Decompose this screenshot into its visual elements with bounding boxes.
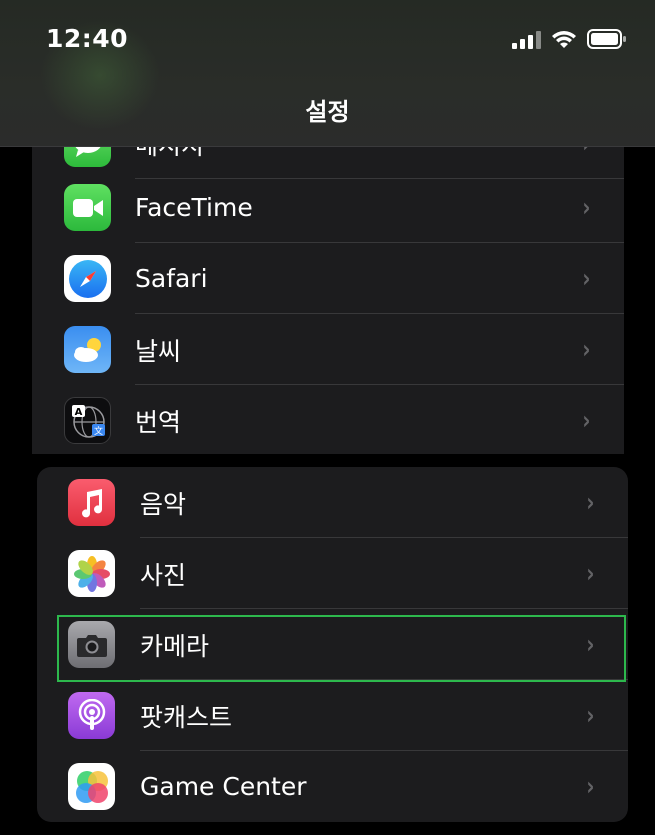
game-center-icon xyxy=(68,763,115,810)
chevron-right-icon: › xyxy=(582,334,591,365)
settings-row-podcasts[interactable]: 팟캐스트 › xyxy=(37,680,628,751)
settings-row-label: 번역 xyxy=(135,407,182,437)
cellular-signal-icon xyxy=(512,29,541,49)
settings-row-label: 날씨 xyxy=(135,336,182,366)
facetime-icon xyxy=(64,184,111,231)
status-icons xyxy=(512,26,627,52)
wifi-icon xyxy=(552,31,576,48)
podcasts-icon xyxy=(68,692,115,739)
safari-icon xyxy=(64,255,111,302)
camera-icon xyxy=(68,621,115,668)
settings-row-label: 음악 xyxy=(140,489,187,519)
settings-row-photos[interactable]: 사진 › xyxy=(37,538,628,609)
settings-row-game-center[interactable]: Game Center › xyxy=(37,751,628,822)
battery-icon xyxy=(587,29,626,49)
settings-row-camera[interactable]: 카메라 › xyxy=(37,609,628,680)
svg-text:文: 文 xyxy=(93,425,102,437)
chevron-right-icon: › xyxy=(582,405,591,436)
status-time: 12:40 xyxy=(46,24,129,53)
music-icon xyxy=(68,479,115,526)
chevron-right-icon: › xyxy=(586,629,595,660)
chevron-right-icon: › xyxy=(586,771,595,802)
page-title: 설정 xyxy=(305,98,350,126)
settings-row-label: 사진 xyxy=(140,560,187,590)
photos-icon xyxy=(68,550,115,597)
settings-row-label: Game Center xyxy=(140,772,307,801)
settings-row-label: FaceTime xyxy=(135,193,253,222)
settings-row-translate[interactable]: A 文 번역 › xyxy=(32,385,624,454)
settings-row-music[interactable]: 음악 › xyxy=(37,467,628,538)
settings-group-media: 음악 › 사진 › 카메라 › 팟캐스트 › Game Center › xyxy=(37,467,628,822)
chevron-right-icon: › xyxy=(586,487,595,518)
weather-icon xyxy=(64,326,111,373)
settings-row-label: 팟캐스트 xyxy=(140,702,233,732)
chevron-right-icon: › xyxy=(582,192,591,223)
chevron-right-icon: › xyxy=(586,558,595,589)
settings-group-apps: 메시지 › FaceTime › Safari › 날씨 › xyxy=(32,118,624,454)
settings-row-label: 카메라 xyxy=(140,631,210,661)
chevron-right-icon: › xyxy=(586,700,595,731)
settings-row-facetime[interactable]: FaceTime › xyxy=(32,172,624,243)
translate-icon: A 文 xyxy=(64,397,111,444)
settings-row-weather[interactable]: 날씨 › xyxy=(32,314,624,385)
svg-text:A: A xyxy=(74,407,82,418)
settings-row-safari[interactable]: Safari › xyxy=(32,243,624,314)
chevron-right-icon: › xyxy=(582,263,591,294)
navigation-header: 12:40 설정 xyxy=(0,0,655,147)
settings-row-label: Safari xyxy=(135,264,208,293)
